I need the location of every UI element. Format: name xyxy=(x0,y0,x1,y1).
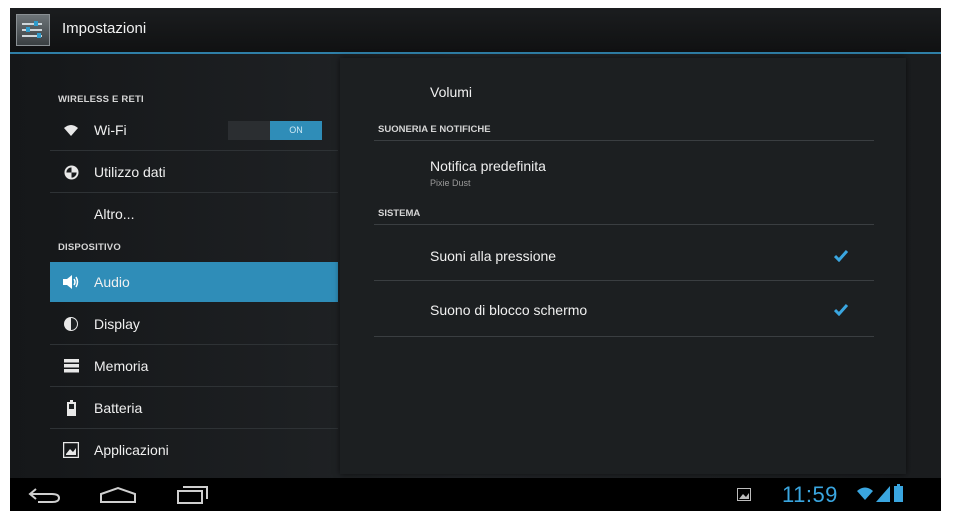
divider xyxy=(374,224,874,225)
sidebar-item-display[interactable]: Display xyxy=(50,304,338,345)
volumes-item[interactable]: Volumi xyxy=(430,84,472,100)
action-bar: Impostazioni xyxy=(10,8,941,54)
battery-status-icon xyxy=(894,484,903,502)
audio-settings-panel: Volumi SUONERIA E NOTIFICHE Notifica pre… xyxy=(340,58,906,474)
touch-sounds-checkbox[interactable] xyxy=(834,250,848,262)
settings-content: WIRELESS E RETI Wi-Fi ON Utilizzo dati A… xyxy=(10,54,941,478)
toggle-on-label: ON xyxy=(270,121,322,140)
section-header-wireless: WIRELESS E RETI xyxy=(58,94,144,105)
sidebar-item-label: Utilizzo dati xyxy=(94,164,166,180)
sidebar-item-label: Altro... xyxy=(94,206,135,222)
section-header-ringtone: SUONERIA E NOTIFICHE xyxy=(378,124,491,135)
sidebar-item-audio[interactable]: Audio xyxy=(50,262,338,302)
sidebar-item-more[interactable]: Altro... xyxy=(50,194,338,234)
default-notification-title: Notifica predefinita xyxy=(430,158,546,174)
sidebar-item-label: Display xyxy=(94,316,140,332)
sidebar-item-label: Audio xyxy=(94,274,130,290)
lock-sound-checkbox[interactable] xyxy=(834,304,848,316)
sidebar-item-storage[interactable]: Memoria xyxy=(50,346,338,387)
page-title: Impostazioni xyxy=(62,20,147,37)
wifi-toggle[interactable]: ON xyxy=(228,121,322,140)
clock: 11:59 xyxy=(782,482,838,507)
sidebar-item-apps[interactable]: Applicazioni xyxy=(50,430,338,470)
speaker-icon xyxy=(62,273,80,291)
navigation-bar: 11:59 xyxy=(10,478,941,511)
screenshot-notification-icon xyxy=(737,488,751,501)
storage-icon xyxy=(62,357,80,375)
section-header-system: SISTEMA xyxy=(378,208,421,219)
settings-sidebar: WIRELESS E RETI Wi-Fi ON Utilizzo dati A… xyxy=(50,54,338,478)
brightness-icon xyxy=(62,315,80,333)
android-screen: Impostazioni WIRELESS E RETI Wi-Fi ON Ut… xyxy=(10,8,941,511)
sidebar-item-label: Applicazioni xyxy=(94,442,169,458)
settings-app-icon[interactable] xyxy=(16,14,50,46)
default-notification-value: Pixie Dust xyxy=(430,178,471,188)
apps-icon xyxy=(62,441,80,459)
sidebar-item-label: Batteria xyxy=(94,400,143,416)
divider xyxy=(374,140,874,141)
lock-sound-label: Suono di blocco schermo xyxy=(430,302,588,318)
sidebar-item-battery[interactable]: Batteria xyxy=(50,388,338,429)
wifi-icon xyxy=(62,121,80,139)
recent-apps-icon[interactable] xyxy=(177,485,209,505)
touch-sounds-label: Suoni alla pressione xyxy=(430,248,557,264)
home-icon[interactable] xyxy=(98,486,138,504)
wifi-status-icon xyxy=(857,487,873,500)
battery-icon xyxy=(62,399,80,417)
sidebar-item-wifi[interactable]: Wi-Fi ON xyxy=(50,110,338,151)
back-icon[interactable] xyxy=(28,487,62,503)
sidebar-item-label: Memoria xyxy=(94,358,149,374)
divider xyxy=(374,336,874,337)
divider xyxy=(374,280,874,281)
sidebar-item-data-usage[interactable]: Utilizzo dati xyxy=(50,152,338,193)
signal-icon xyxy=(876,486,890,502)
sidebar-item-label: Wi-Fi xyxy=(94,122,127,138)
section-header-device: DISPOSITIVO xyxy=(58,242,121,253)
data-usage-icon xyxy=(62,163,80,181)
